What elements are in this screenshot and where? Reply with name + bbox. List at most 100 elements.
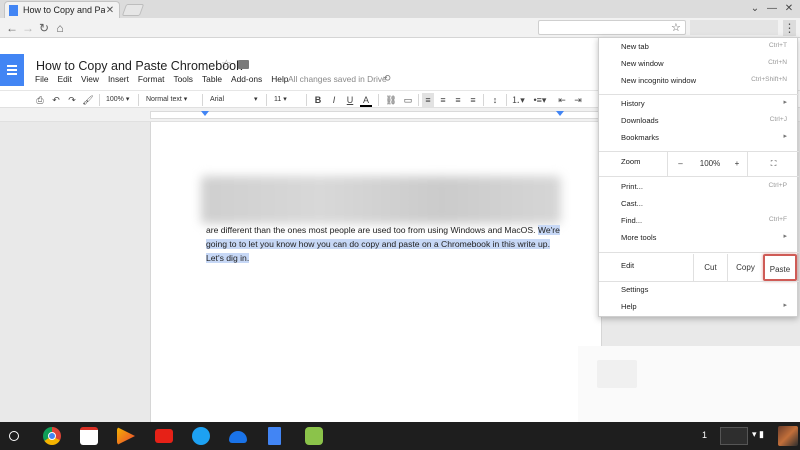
minimize-down-icon[interactable]: ⌄ (748, 2, 762, 15)
zoom-select[interactable]: 100% ▾ (106, 94, 134, 106)
menu-item-shortcut: Ctrl+F (768, 216, 787, 223)
menu-item-print[interactable]: Print... Ctrl+P (599, 180, 799, 197)
style-value: Normal text (146, 96, 182, 103)
font-size-select[interactable]: 11 ▾ (274, 94, 302, 106)
tray-counter[interactable]: 1 (702, 430, 707, 440)
zoom-in-button[interactable]: + (727, 152, 747, 176)
tab-title: How to Copy and Paste (23, 5, 105, 15)
menu-item-shortcut: Ctrl+P (768, 182, 787, 189)
zoom-label: Zoom (621, 157, 641, 166)
save-status[interactable]: All changes saved in Drive (288, 74, 387, 84)
bold-icon[interactable]: B (312, 93, 324, 107)
folder-icon[interactable] (238, 60, 249, 69)
tray-notification[interactable] (720, 427, 748, 445)
bookmark-star-icon[interactable]: ☆ (671, 21, 681, 36)
menu-item-history[interactable]: History ▸ (599, 97, 799, 114)
gmail-icon[interactable] (80, 427, 98, 445)
menu-table[interactable]: Table (202, 74, 222, 88)
extension-area (690, 20, 778, 35)
star-icon[interactable]: ☆ (221, 57, 232, 71)
history-icon[interactable]: ⟲ (383, 73, 391, 84)
style-select[interactable]: Normal text ▾ (146, 94, 198, 106)
menu-item-label: Help (621, 302, 637, 311)
menu-tools[interactable]: Tools (173, 74, 193, 88)
chrome-menu-button[interactable]: ⋮ (783, 20, 796, 36)
menu-file[interactable]: File (35, 74, 49, 88)
menu-item-downloads[interactable]: Downloads Ctrl+J (599, 114, 799, 131)
print-icon[interactable]: ⎙ (34, 93, 46, 107)
text-color-icon[interactable]: A (360, 93, 372, 107)
browser-tab[interactable]: How to Copy and Paste ✕ (4, 1, 120, 18)
document-page[interactable]: are different than the ones most people … (150, 122, 602, 422)
menu-item-more-tools[interactable]: More tools ▸ (599, 231, 799, 248)
menu-item-new-window[interactable]: New window Ctrl+N (599, 57, 799, 74)
paint-format-icon[interactable]: 🖌 (82, 93, 94, 107)
redo-icon[interactable]: ↷ (66, 93, 78, 107)
address-bar[interactable]: ☆ (538, 20, 686, 35)
undo-icon[interactable]: ↶ (50, 93, 62, 107)
submenu-arrow-icon: ▸ (783, 233, 787, 240)
font-select[interactable]: Arial ▾ (210, 94, 262, 106)
chrome-icon[interactable] (43, 427, 61, 445)
menu-item-new-tab[interactable]: New tab Ctrl+T (599, 40, 799, 57)
menu-help[interactable]: Help (271, 74, 288, 88)
decrease-indent-icon[interactable]: ⇤ (556, 93, 568, 107)
menu-item-label: Settings (621, 285, 649, 294)
paste-button[interactable]: Paste (763, 254, 797, 281)
align-right-icon[interactable]: ≡ (452, 93, 464, 107)
menu-item-label: More tools (621, 233, 657, 242)
fullscreen-icon[interactable]: ⛶ (747, 152, 799, 176)
docs-icon[interactable] (268, 427, 281, 445)
ruler-page-area (150, 111, 602, 119)
cut-button[interactable]: Cut (693, 254, 727, 281)
line-spacing-icon[interactable]: ↕ (488, 93, 502, 107)
play-store-icon[interactable] (117, 427, 135, 445)
cloud-icon[interactable] (229, 431, 247, 443)
underline-icon[interactable]: U (344, 93, 356, 107)
reload-icon[interactable]: ↻ (36, 19, 52, 37)
maximize-icon[interactable]: — (765, 2, 779, 15)
window-close-icon[interactable]: ✕ (782, 2, 796, 15)
menu-insert[interactable]: Insert (108, 74, 129, 88)
camera-icon[interactable] (192, 427, 210, 445)
menu-addons[interactable]: Add-ons (231, 74, 262, 88)
android-app-icon[interactable] (305, 427, 323, 445)
avatar[interactable] (778, 426, 798, 446)
tray-status-icons[interactable]: ▾ ▮ (752, 429, 764, 440)
menu-format[interactable]: Format (138, 74, 165, 88)
document-title[interactable]: How to Copy and Paste Chromebook (36, 59, 242, 73)
zoom-out-button[interactable]: – (667, 152, 693, 176)
right-indent-marker[interactable] (556, 111, 564, 116)
menu-item-new-incognito-window[interactable]: New incognito window Ctrl+Shift+N (599, 74, 799, 91)
tab-close-icon[interactable]: ✕ (105, 5, 115, 16)
docs-logo-icon[interactable] (0, 54, 24, 86)
link-icon[interactable]: ⛓ (384, 93, 398, 107)
back-arrow-icon[interactable]: ← (4, 19, 20, 37)
increase-indent-icon[interactable]: ⇥ (572, 93, 584, 107)
menu-item-cast[interactable]: Cast... (599, 197, 799, 214)
home-icon[interactable]: ⌂ (52, 19, 68, 37)
youtube-icon[interactable] (155, 429, 173, 443)
launcher-icon[interactable] (9, 431, 19, 441)
new-tab-button[interactable] (121, 4, 145, 16)
menu-view[interactable]: View (81, 74, 99, 88)
bulleted-list-icon[interactable]: •≡▾ (532, 93, 548, 107)
numbered-list-icon[interactable]: ⒈▾ (510, 93, 526, 107)
menu-edit[interactable]: Edit (58, 74, 72, 88)
indent-marker[interactable] (201, 111, 209, 116)
align-center-icon[interactable]: ≡ (437, 93, 449, 107)
copy-button[interactable]: Copy (727, 254, 763, 281)
italic-icon[interactable]: I (328, 93, 340, 107)
submenu-arrow-icon: ▸ (783, 302, 787, 309)
docs-favicon-icon (9, 4, 18, 16)
justify-icon[interactable]: ≡ (467, 93, 479, 107)
menu-item-help[interactable]: Help ▸ (599, 300, 799, 317)
forward-arrow-icon[interactable]: → (20, 19, 36, 37)
align-left-icon[interactable]: ≡ (422, 93, 434, 107)
menu-item-find[interactable]: Find... Ctrl+F (599, 214, 799, 231)
menu-item-settings[interactable]: Settings (599, 283, 799, 300)
menu-item-bookmarks[interactable]: Bookmarks ▸ (599, 131, 799, 148)
comment-icon[interactable]: ▭ (402, 93, 414, 107)
tab-strip: How to Copy and Paste ✕ ⌄ — ✕ (0, 0, 800, 18)
document-paragraph[interactable]: are different than the ones most people … (206, 223, 566, 265)
